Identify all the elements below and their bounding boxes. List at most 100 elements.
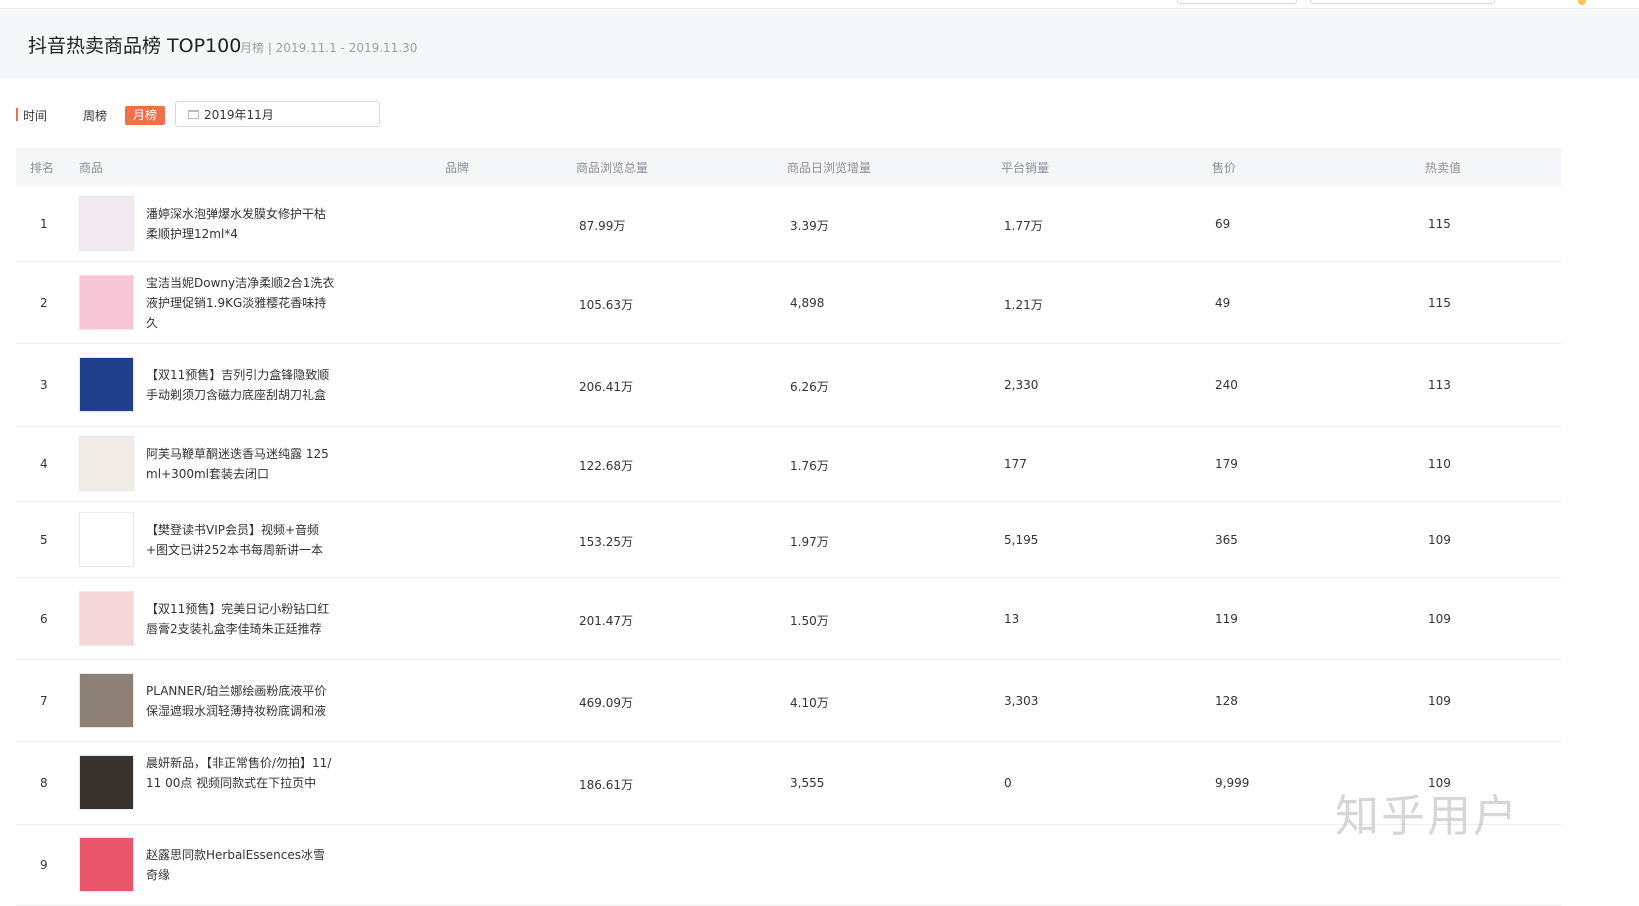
col-brand: 品牌: [445, 161, 470, 175]
product-name-link[interactable]: 晨妍新品，【非正常售价/勿拍】11/11 00点 视频同款式在下拉页中: [146, 753, 336, 793]
price-cell: 365: [1215, 533, 1238, 547]
price-cell: 49: [1215, 296, 1231, 310]
top-nav-button-1[interactable]: [1177, 0, 1297, 4]
table-row[interactable]: 6 【双11预售】完美日记小粉钻口红唇膏2支装礼盒李佳琦朱正廷推荐 201.47万 1…: [16, 578, 1561, 660]
rank-cell: 3: [40, 378, 48, 392]
page-title: 抖音热卖商品榜 TOP100: [28, 35, 242, 57]
total-views-cell: 201.47万: [579, 614, 633, 628]
rank-cell: 1: [40, 217, 48, 231]
product-thumbnail[interactable]: [79, 837, 134, 892]
page-header: 抖音热卖商品榜 TOP100 月榜 | 2019.11.1 - 2019.11.…: [0, 9, 1639, 79]
top-bar: [0, 0, 1639, 9]
table-row[interactable]: 1 潘婷深水泡弹爆水发膜女修护干枯柔顺护理12ml*4 87.99万 3.39万 1.7…: [16, 187, 1561, 262]
total-views-cell: 153.25万: [579, 535, 633, 549]
daily-views-cell: 4,898: [790, 296, 825, 310]
hot-value-cell: 109: [1428, 533, 1451, 547]
rank-cell: 5: [40, 533, 48, 547]
table-row[interactable]: 3 【双11预售】吉列引力盒锋隐致顺手动剃须刀含磁力底座刮胡刀礼盒 206.41万 6…: [16, 344, 1561, 427]
page-subtitle: 月榜 | 2019.11.1 - 2019.11.30: [240, 41, 418, 55]
total-views-cell: 105.63万: [579, 298, 633, 312]
daily-views-cell: 1.97万: [790, 535, 829, 549]
sales-cell: 13: [1004, 612, 1020, 626]
table-header: 排名 商品 品牌 商品浏览总量 商品日浏览增量 平台销量 售价 热卖值: [16, 148, 1561, 186]
col-product: 商品: [79, 161, 104, 175]
price-cell: 119: [1215, 612, 1238, 626]
table-row[interactable]: 2 宝洁当妮Downy洁净柔顺2合1洗衣液护理促销1.9KG淡雅樱花香味持久 105…: [16, 262, 1561, 344]
hot-value-cell: 109: [1428, 612, 1451, 626]
total-views-cell: 469.09万: [579, 696, 633, 710]
product-name-link[interactable]: 【双11预售】吉列引力盒锋隐致顺手动剃须刀含磁力底座刮胡刀礼盒: [146, 365, 336, 405]
sales-cell: 1.21万: [1004, 298, 1043, 312]
total-views-cell: 206.41万: [579, 380, 633, 394]
filter-label: 时间: [23, 109, 48, 123]
product-thumbnail[interactable]: [79, 755, 134, 810]
top-nav-button-2[interactable]: [1310, 0, 1495, 4]
rank-cell: 2: [40, 296, 48, 310]
sales-cell: 3,303: [1004, 694, 1039, 708]
col-daily-views[interactable]: 商品日浏览增量: [787, 159, 871, 176]
col-rank: 排名: [30, 161, 55, 175]
hot-value-cell: 115: [1428, 296, 1451, 310]
product-thumbnail[interactable]: [79, 436, 134, 491]
col-hot[interactable]: 热卖值: [1425, 159, 1461, 176]
col-price[interactable]: 售价: [1212, 159, 1236, 176]
table-row[interactable]: 7 PLANNER/珀兰娜绘画粉底液平价保湿遮瑕水润轻薄持妆粉底调和液 469.09…: [16, 660, 1561, 742]
daily-views-cell: 1.50万: [790, 614, 829, 628]
price-cell: 179: [1215, 457, 1238, 471]
price-cell: 240: [1215, 378, 1238, 392]
total-views-cell: 122.68万: [579, 459, 633, 473]
price-cell: 128: [1215, 694, 1238, 708]
table-row[interactable]: 5 【樊登读书VIP会员】视频+音频+图文已讲252本书每周新讲一本 153.25万…: [16, 502, 1561, 578]
table-row[interactable]: 4 阿芙马鞭草酮迷迭香马迷纯露 125ml+300ml套装去闭口 122.68万 1.…: [16, 427, 1561, 502]
product-name-link[interactable]: 【樊登读书VIP会员】视频+音频+图文已讲252本书每周新讲一本: [146, 520, 336, 560]
product-name-link[interactable]: 潘婷深水泡弹爆水发膜女修护干枯柔顺护理12ml*4: [146, 204, 336, 244]
rank-cell: 7: [40, 694, 48, 708]
watermark: 知乎用户: [1335, 791, 1519, 842]
sales-cell: 177: [1004, 457, 1027, 471]
hot-value-cell: 110: [1428, 457, 1451, 471]
table-row[interactable]: 8 晨妍新品，【非正常售价/勿拍】11/11 00点 视频同款式在下拉页中 186.…: [16, 742, 1561, 825]
hot-value-cell: 109: [1428, 694, 1451, 708]
product-thumbnail[interactable]: [79, 357, 134, 412]
product-thumbnail[interactable]: [79, 275, 134, 330]
product-thumbnail[interactable]: [79, 196, 134, 251]
product-thumbnail[interactable]: [79, 512, 134, 567]
product-name-link[interactable]: 阿芙马鞭草酮迷迭香马迷纯露 125ml+300ml套装去闭口: [146, 444, 336, 484]
tab-weekly[interactable]: 周榜: [83, 107, 107, 124]
daily-views-cell: 3.39万: [790, 219, 829, 233]
total-views-cell: 186.61万: [579, 778, 633, 792]
sales-cell: 1.77万: [1004, 219, 1043, 233]
daily-views-cell: 4.10万: [790, 696, 829, 710]
sales-cell: 0: [1004, 776, 1012, 790]
col-total-views[interactable]: 商品浏览总量: [576, 159, 648, 176]
col-sales[interactable]: 平台销量: [1001, 159, 1049, 176]
tab-monthly[interactable]: 月榜: [125, 106, 166, 125]
calendar-icon: [188, 110, 199, 119]
rank-cell: 4: [40, 457, 48, 471]
rank-cell: 6: [40, 612, 48, 626]
price-cell: 9,999: [1215, 776, 1250, 790]
hot-value-cell: 115: [1428, 217, 1451, 231]
total-views-cell: 87.99万: [579, 219, 626, 233]
daily-views-cell: 6.26万: [790, 380, 829, 394]
product-name-link[interactable]: 赵露思同款HerbalEssences冰雪奇缘: [146, 845, 336, 885]
hot-value-cell: 113: [1428, 378, 1451, 392]
time-filter: 时间 周榜 月榜: [16, 101, 616, 129]
product-name-link[interactable]: PLANNER/珀兰娜绘画粉底液平价保湿遮瑕水润轻薄持妆粉底调和液: [146, 681, 336, 721]
month-picker[interactable]: [175, 101, 380, 127]
product-name-link[interactable]: 【双11预售】完美日记小粉钻口红唇膏2支装礼盒李佳琦朱正廷推荐: [146, 599, 336, 639]
rank-cell: 8: [40, 776, 48, 790]
product-name-link[interactable]: 宝洁当妮Downy洁净柔顺2合1洗衣液护理促销1.9KG淡雅樱花香味持久: [146, 273, 336, 333]
sales-cell: 2,330: [1004, 378, 1039, 392]
table-row[interactable]: 9 赵露思同款HerbalEssences冰雪奇缘: [16, 825, 1561, 906]
price-cell: 69: [1215, 217, 1231, 231]
product-thumbnail[interactable]: [79, 591, 134, 646]
user-avatar-icon[interactable]: [1578, 0, 1586, 5]
month-input[interactable]: [204, 105, 374, 123]
daily-views-cell: 3,555: [790, 776, 825, 790]
rank-cell: 9: [40, 858, 48, 872]
product-thumbnail[interactable]: [79, 673, 134, 728]
filter-accent-bar: [16, 108, 18, 121]
daily-views-cell: 1.76万: [790, 459, 829, 473]
sales-cell: 5,195: [1004, 533, 1039, 547]
